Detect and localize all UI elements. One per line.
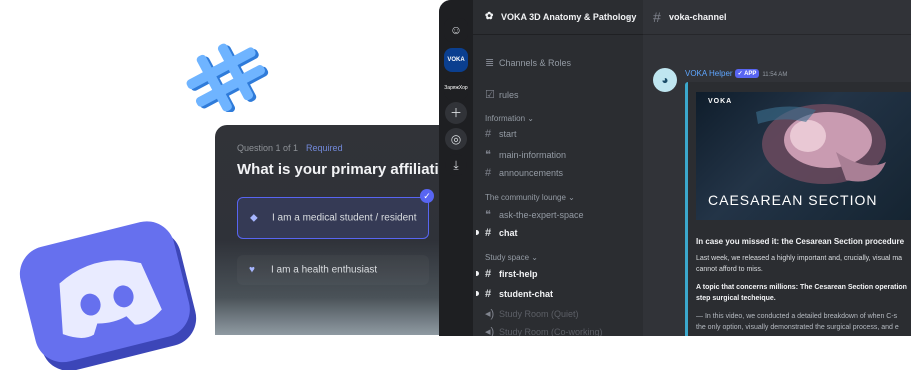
guild-header[interactable]: ✿ VOKA 3D Anatomy & Pathology ⌄	[473, 0, 643, 35]
discord-window: ☺ VOKA ЗаряжХор ＋ ◎ ⤓ ✿ VOKA 3D Anatomy …	[439, 0, 911, 336]
author-name[interactable]: VOKA Helper	[685, 69, 733, 78]
rules-icon: ☑	[485, 89, 495, 101]
category-community-lounge[interactable]: The community lounge ⌄	[485, 193, 575, 202]
channel-ask-the-expert-space[interactable]: ❝ ask-the-expert-space	[485, 208, 584, 221]
list-icon: ≣	[485, 57, 495, 69]
compass-icon[interactable]: ◎	[445, 128, 467, 150]
option-label: I am a health enthusiast	[271, 264, 378, 276]
channel-label: student-chat	[499, 289, 553, 299]
question-counter: Question 1 of 1	[237, 143, 299, 153]
channel-student-chat[interactable]: # student-chat	[485, 288, 553, 300]
channel-label: Channels & Roles	[499, 58, 572, 68]
channel-sidebar: ✿ VOKA 3D Anatomy & Pathology ⌄ ≣ Channel…	[473, 0, 643, 336]
channel-label: announcements	[499, 168, 564, 178]
channel-label: ask-the-expert-space	[499, 210, 584, 220]
category-study-space[interactable]: Study space ⌄	[485, 253, 538, 262]
embed-text: Last week, we released a highly importan…	[696, 255, 903, 262]
checkmark-icon: ✓	[420, 189, 434, 203]
option-label: I am a medical student / resident	[272, 212, 417, 224]
app-badge-label: APP	[744, 71, 757, 77]
server-voka[interactable]: VOKA	[444, 48, 468, 72]
discord-logo-3d-icon	[19, 221, 197, 370]
question-meta: Question 1 of 1 Required	[237, 143, 343, 153]
option-health-enthusiast[interactable]: ♥ I am a health enthusiast	[237, 255, 429, 285]
embed-title: In case you missed it: the Cesarean Sect…	[696, 237, 905, 246]
embed-text: the only option, visually demonstrated t…	[696, 324, 899, 331]
hash-icon: #	[485, 227, 492, 239]
channel-start[interactable]: # start	[485, 128, 517, 140]
message-embed: VOKA CAESAREAN SECTION In case you misse…	[685, 82, 911, 336]
embed-text: cannot afford to miss.	[696, 266, 763, 273]
timestamp: 11:54 AM	[762, 72, 788, 78]
server-zh[interactable]: ЗаряжХор	[444, 76, 468, 100]
discord-home-icon[interactable]: ☺	[444, 18, 468, 42]
guild-icon: ✿	[485, 11, 494, 22]
forum-icon: ❝	[485, 149, 491, 161]
category-information[interactable]: Information ⌄	[485, 114, 534, 123]
forum-icon: ❝	[485, 209, 491, 221]
message-area: # voka-channel ◕ VOKA Helper ✓ APP 11:54 A…	[643, 0, 911, 336]
channel-label: chat	[499, 228, 518, 238]
message-header: VOKA Helper ✓ APP 11:54 AM	[685, 69, 787, 78]
server-zh-label: ЗаряжХор	[444, 85, 468, 91]
embed-bold-text: step surgical techeique.	[696, 295, 776, 302]
chevron-down-icon: ⌄	[625, 10, 633, 20]
required-label: Required	[306, 143, 343, 153]
voice-study-room-coworking[interactable]: ◂) Study Room (Co-working)	[485, 325, 603, 336]
unread-indicator	[476, 291, 479, 296]
embed-image[interactable]: VOKA CAESAREAN SECTION	[696, 92, 911, 220]
hash-icon: #	[485, 167, 492, 179]
speaker-icon: ◂)	[485, 326, 495, 336]
banner-brand: VOKA	[708, 98, 733, 105]
embed-text: — In this video, we conducted a detailed…	[696, 313, 898, 320]
unread-indicator	[476, 230, 479, 235]
channel-label: rules	[499, 90, 519, 100]
channel-chat[interactable]: # chat	[485, 227, 518, 239]
hash-icon: #	[485, 128, 492, 140]
speaker-icon: ◂)	[485, 308, 495, 320]
question-title: What is your primary affiliation?	[237, 161, 455, 178]
server-list: ☺ VOKA ЗаряжХор ＋ ◎ ⤓	[439, 0, 473, 336]
channel-header: # voka-channel	[643, 0, 911, 35]
channel-label: main-information	[499, 150, 567, 160]
guild-name: VOKA 3D Anatomy & Pathology	[501, 12, 637, 22]
channel-first-help[interactable]: # first-help	[485, 268, 538, 280]
app-badge: ✓ APP	[734, 69, 760, 78]
channel-label: Study Room (Quiet)	[499, 309, 579, 319]
heart-icon: ♥	[249, 264, 255, 276]
channel-rules[interactable]: ☑ rules	[485, 88, 519, 101]
download-icon[interactable]: ⤓	[445, 154, 467, 176]
student-cap-icon: ◆	[250, 212, 258, 224]
add-server-icon[interactable]: ＋	[445, 102, 467, 124]
server-voka-label: VOKA	[447, 57, 465, 63]
embed-bold-text: A topic that concerns millions: The Cesa…	[696, 284, 907, 291]
banner-caption: CAESAREAN SECTION	[708, 192, 878, 208]
channel-name: voka-channel	[669, 12, 727, 22]
channel-label: first-help	[499, 269, 538, 279]
channels-roles-item[interactable]: ≣ Channels & Roles	[485, 56, 571, 69]
hash-icon: #	[485, 268, 492, 280]
thread-hash-icon: #	[485, 288, 492, 300]
channel-label: start	[499, 129, 517, 139]
onboarding-question-card: Question 1 of 1 Required What is your pri…	[215, 125, 455, 335]
unread-indicator	[476, 271, 479, 276]
channel-main-information[interactable]: ❝ main-information	[485, 148, 566, 161]
hash-icon: #	[653, 9, 661, 25]
channel-announcements[interactable]: # announcements	[485, 167, 563, 179]
voice-study-room-quiet[interactable]: ◂) Study Room (Quiet)	[485, 307, 579, 320]
option-medical-student[interactable]: ◆ I am a medical student / resident	[237, 197, 429, 239]
channel-label: Study Room (Co-working)	[499, 327, 603, 336]
hashtag-3d-icon	[186, 43, 269, 112]
avatar[interactable]: ◕	[653, 68, 677, 92]
